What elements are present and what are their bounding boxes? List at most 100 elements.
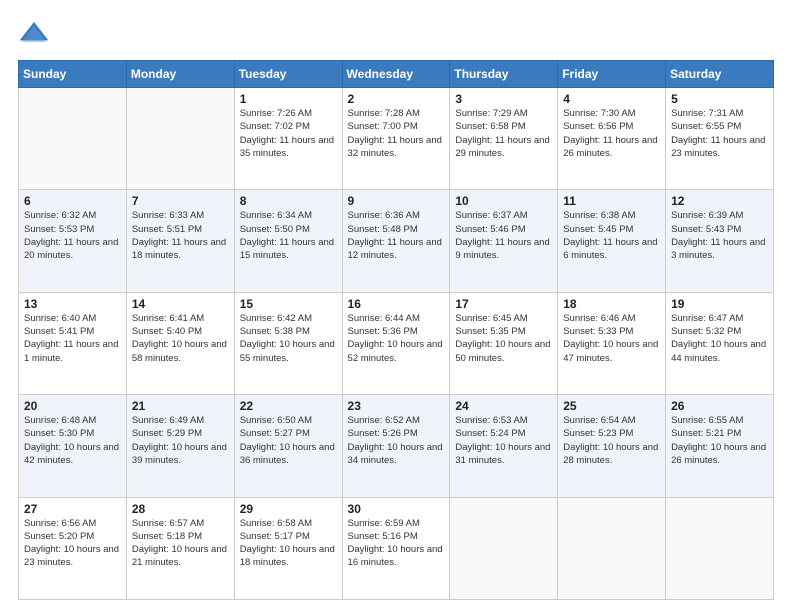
day-info: Sunrise: 6:37 AMSunset: 5:46 PMDaylight:…	[455, 209, 552, 262]
calendar-cell: 12Sunrise: 6:39 AMSunset: 5:43 PMDayligh…	[666, 190, 774, 292]
calendar-cell: 3Sunrise: 7:29 AMSunset: 6:58 PMDaylight…	[450, 88, 558, 190]
day-info: Sunrise: 6:49 AMSunset: 5:29 PMDaylight:…	[132, 414, 229, 467]
calendar-cell	[666, 497, 774, 599]
calendar-cell: 20Sunrise: 6:48 AMSunset: 5:30 PMDayligh…	[19, 395, 127, 497]
calendar-cell: 29Sunrise: 6:58 AMSunset: 5:17 PMDayligh…	[234, 497, 342, 599]
calendar-cell: 30Sunrise: 6:59 AMSunset: 5:16 PMDayligh…	[342, 497, 450, 599]
day-number: 13	[24, 297, 121, 311]
day-number: 27	[24, 502, 121, 516]
logo-icon	[18, 18, 50, 50]
calendar-cell: 14Sunrise: 6:41 AMSunset: 5:40 PMDayligh…	[126, 292, 234, 394]
day-info: Sunrise: 6:56 AMSunset: 5:20 PMDaylight:…	[24, 517, 121, 570]
day-info: Sunrise: 6:48 AMSunset: 5:30 PMDaylight:…	[24, 414, 121, 467]
day-number: 28	[132, 502, 229, 516]
day-info: Sunrise: 6:36 AMSunset: 5:48 PMDaylight:…	[348, 209, 445, 262]
day-number: 15	[240, 297, 337, 311]
calendar-cell	[19, 88, 127, 190]
calendar-cell: 6Sunrise: 6:32 AMSunset: 5:53 PMDaylight…	[19, 190, 127, 292]
calendar-cell: 4Sunrise: 7:30 AMSunset: 6:56 PMDaylight…	[558, 88, 666, 190]
day-number: 17	[455, 297, 552, 311]
calendar-cell: 5Sunrise: 7:31 AMSunset: 6:55 PMDaylight…	[666, 88, 774, 190]
day-info: Sunrise: 6:42 AMSunset: 5:38 PMDaylight:…	[240, 312, 337, 365]
day-number: 24	[455, 399, 552, 413]
calendar-cell: 1Sunrise: 7:26 AMSunset: 7:02 PMDaylight…	[234, 88, 342, 190]
day-info: Sunrise: 7:28 AMSunset: 7:00 PMDaylight:…	[348, 107, 445, 160]
day-number: 29	[240, 502, 337, 516]
day-number: 22	[240, 399, 337, 413]
day-info: Sunrise: 6:33 AMSunset: 5:51 PMDaylight:…	[132, 209, 229, 262]
calendar-cell: 13Sunrise: 6:40 AMSunset: 5:41 PMDayligh…	[19, 292, 127, 394]
weekday-header-friday: Friday	[558, 61, 666, 88]
day-number: 11	[563, 194, 660, 208]
weekday-header-saturday: Saturday	[666, 61, 774, 88]
day-number: 9	[348, 194, 445, 208]
weekday-header-monday: Monday	[126, 61, 234, 88]
calendar-cell: 17Sunrise: 6:45 AMSunset: 5:35 PMDayligh…	[450, 292, 558, 394]
day-number: 10	[455, 194, 552, 208]
calendar-cell: 24Sunrise: 6:53 AMSunset: 5:24 PMDayligh…	[450, 395, 558, 497]
day-info: Sunrise: 6:52 AMSunset: 5:26 PMDaylight:…	[348, 414, 445, 467]
day-number: 16	[348, 297, 445, 311]
weekday-header-thursday: Thursday	[450, 61, 558, 88]
header	[18, 18, 774, 50]
day-info: Sunrise: 6:47 AMSunset: 5:32 PMDaylight:…	[671, 312, 768, 365]
day-info: Sunrise: 7:30 AMSunset: 6:56 PMDaylight:…	[563, 107, 660, 160]
day-number: 18	[563, 297, 660, 311]
logo	[18, 18, 54, 50]
week-row-5: 27Sunrise: 6:56 AMSunset: 5:20 PMDayligh…	[19, 497, 774, 599]
day-info: Sunrise: 6:40 AMSunset: 5:41 PMDaylight:…	[24, 312, 121, 365]
day-info: Sunrise: 6:32 AMSunset: 5:53 PMDaylight:…	[24, 209, 121, 262]
day-info: Sunrise: 6:41 AMSunset: 5:40 PMDaylight:…	[132, 312, 229, 365]
day-number: 21	[132, 399, 229, 413]
day-number: 5	[671, 92, 768, 106]
day-number: 6	[24, 194, 121, 208]
day-info: Sunrise: 6:34 AMSunset: 5:50 PMDaylight:…	[240, 209, 337, 262]
day-number: 30	[348, 502, 445, 516]
week-row-4: 20Sunrise: 6:48 AMSunset: 5:30 PMDayligh…	[19, 395, 774, 497]
day-number: 25	[563, 399, 660, 413]
day-number: 12	[671, 194, 768, 208]
calendar-cell: 19Sunrise: 6:47 AMSunset: 5:32 PMDayligh…	[666, 292, 774, 394]
calendar-cell: 9Sunrise: 6:36 AMSunset: 5:48 PMDaylight…	[342, 190, 450, 292]
day-number: 20	[24, 399, 121, 413]
calendar-cell: 28Sunrise: 6:57 AMSunset: 5:18 PMDayligh…	[126, 497, 234, 599]
day-info: Sunrise: 6:45 AMSunset: 5:35 PMDaylight:…	[455, 312, 552, 365]
day-info: Sunrise: 6:57 AMSunset: 5:18 PMDaylight:…	[132, 517, 229, 570]
calendar-cell: 10Sunrise: 6:37 AMSunset: 5:46 PMDayligh…	[450, 190, 558, 292]
day-number: 7	[132, 194, 229, 208]
week-row-2: 6Sunrise: 6:32 AMSunset: 5:53 PMDaylight…	[19, 190, 774, 292]
calendar-cell: 11Sunrise: 6:38 AMSunset: 5:45 PMDayligh…	[558, 190, 666, 292]
calendar-cell	[558, 497, 666, 599]
day-number: 2	[348, 92, 445, 106]
weekday-header-tuesday: Tuesday	[234, 61, 342, 88]
calendar-cell: 22Sunrise: 6:50 AMSunset: 5:27 PMDayligh…	[234, 395, 342, 497]
calendar-cell: 2Sunrise: 7:28 AMSunset: 7:00 PMDaylight…	[342, 88, 450, 190]
calendar-cell	[450, 497, 558, 599]
calendar-cell: 26Sunrise: 6:55 AMSunset: 5:21 PMDayligh…	[666, 395, 774, 497]
day-info: Sunrise: 7:26 AMSunset: 7:02 PMDaylight:…	[240, 107, 337, 160]
calendar-cell	[126, 88, 234, 190]
day-info: Sunrise: 6:59 AMSunset: 5:16 PMDaylight:…	[348, 517, 445, 570]
day-number: 23	[348, 399, 445, 413]
week-row-3: 13Sunrise: 6:40 AMSunset: 5:41 PMDayligh…	[19, 292, 774, 394]
calendar-cell: 18Sunrise: 6:46 AMSunset: 5:33 PMDayligh…	[558, 292, 666, 394]
day-info: Sunrise: 7:29 AMSunset: 6:58 PMDaylight:…	[455, 107, 552, 160]
weekday-header-wednesday: Wednesday	[342, 61, 450, 88]
day-info: Sunrise: 6:46 AMSunset: 5:33 PMDaylight:…	[563, 312, 660, 365]
day-info: Sunrise: 7:31 AMSunset: 6:55 PMDaylight:…	[671, 107, 768, 160]
day-number: 1	[240, 92, 337, 106]
day-info: Sunrise: 6:58 AMSunset: 5:17 PMDaylight:…	[240, 517, 337, 570]
calendar-cell: 21Sunrise: 6:49 AMSunset: 5:29 PMDayligh…	[126, 395, 234, 497]
calendar-cell: 27Sunrise: 6:56 AMSunset: 5:20 PMDayligh…	[19, 497, 127, 599]
week-row-1: 1Sunrise: 7:26 AMSunset: 7:02 PMDaylight…	[19, 88, 774, 190]
calendar-cell: 15Sunrise: 6:42 AMSunset: 5:38 PMDayligh…	[234, 292, 342, 394]
calendar-cell: 8Sunrise: 6:34 AMSunset: 5:50 PMDaylight…	[234, 190, 342, 292]
day-info: Sunrise: 6:39 AMSunset: 5:43 PMDaylight:…	[671, 209, 768, 262]
weekday-header-sunday: Sunday	[19, 61, 127, 88]
day-number: 26	[671, 399, 768, 413]
calendar-table: SundayMondayTuesdayWednesdayThursdayFrid…	[18, 60, 774, 600]
day-number: 3	[455, 92, 552, 106]
calendar-cell: 25Sunrise: 6:54 AMSunset: 5:23 PMDayligh…	[558, 395, 666, 497]
day-number: 19	[671, 297, 768, 311]
calendar-cell: 7Sunrise: 6:33 AMSunset: 5:51 PMDaylight…	[126, 190, 234, 292]
